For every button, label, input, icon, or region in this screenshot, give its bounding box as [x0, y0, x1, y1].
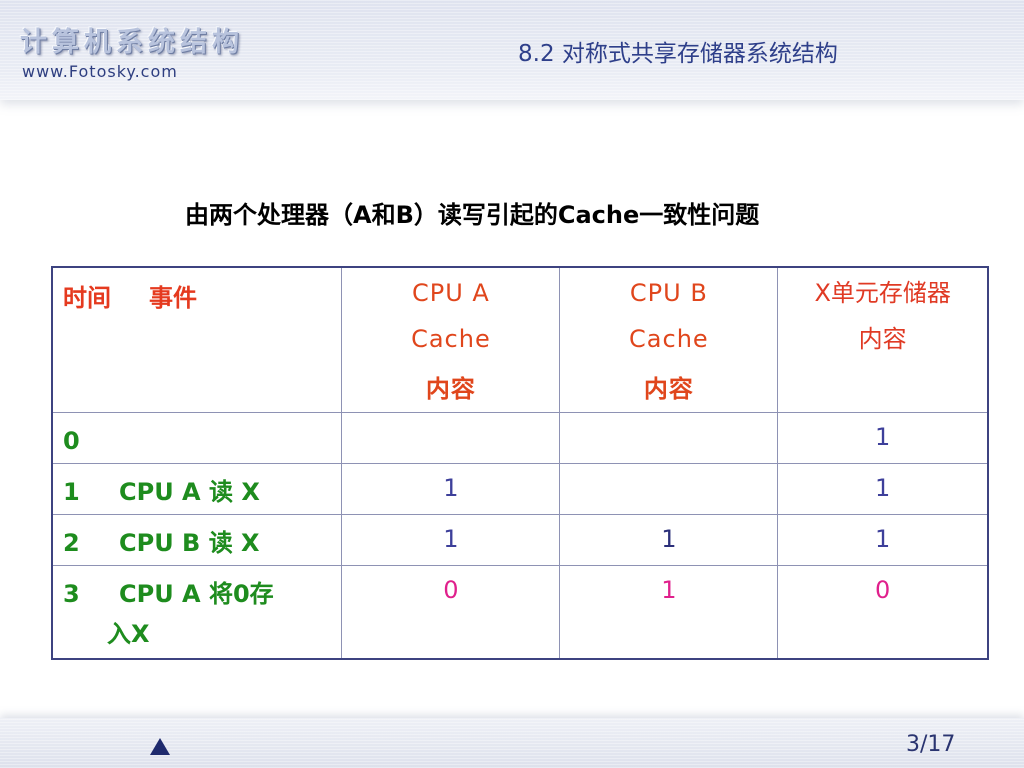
section-title: 8.2 对称式共享存储器系统结构	[518, 41, 838, 67]
slide-caption: 由两个处理器（A和B）读写引起的Cache一致性问题	[185, 201, 760, 229]
row-time: 0	[63, 427, 80, 455]
header-cpu-b-line1: CPU B	[629, 279, 708, 307]
row-cpu-b-cell: 1	[559, 514, 779, 566]
header-time-event: 时间 事件	[51, 266, 343, 413]
row-memory-cell: 1	[777, 412, 989, 464]
row-time: 2	[63, 529, 80, 557]
table-row: 3 CPU A 将0存入X 0 1 0	[51, 565, 989, 660]
row-event: CPU A 将0存	[119, 580, 274, 608]
header-cpu-a: CPU A Cache 内容	[341, 266, 561, 413]
triangle-up-icon[interactable]	[150, 738, 170, 755]
row-event-cell: 0	[51, 412, 343, 464]
row-memory-value: 1	[875, 525, 891, 553]
row-cpu-a-value: 1	[443, 474, 459, 502]
header-bar: 计算机系统结构 www.Fotosky.com 8.2 对称式共享存储器系统结构	[0, 0, 1024, 100]
row-cpu-a-value	[342, 413, 559, 423]
row-memory-value: 1	[875, 474, 891, 502]
brand-url: www.Fotosky.com	[22, 62, 178, 81]
header-event: 事件	[149, 284, 197, 312]
table-header-row: 时间 事件 CPU A Cache 内容 CPU B Cache 内容 X单元存储…	[51, 266, 989, 413]
header-time: 时间	[63, 284, 111, 312]
row-event-cell: 2 CPU B 读 X	[51, 514, 343, 566]
brand-title: 计算机系统结构	[20, 27, 244, 58]
row-memory-cell: 1	[777, 514, 989, 566]
page-number: 3/17	[906, 732, 956, 757]
row-cpu-a-cell: 1	[341, 514, 561, 566]
row-cpu-b-cell	[559, 412, 779, 464]
row-cpu-a-cell: 0	[341, 565, 561, 660]
header-memory-line1: X单元存储器	[814, 279, 951, 307]
row-cpu-b-cell	[559, 463, 779, 515]
row-time: 1	[63, 478, 80, 506]
table-row: 0 1	[51, 412, 989, 464]
row-memory-value: 0	[875, 576, 891, 604]
row-event-continued: 入X	[107, 620, 150, 648]
row-cpu-b-cell: 1	[559, 565, 779, 660]
row-event-cell: 3 CPU A 将0存入X	[51, 565, 343, 660]
header-cpu-b-line2: Cache	[629, 325, 709, 353]
header-cpu-b: CPU B Cache 内容	[559, 266, 779, 413]
header-cpu-a-line3: 内容	[425, 375, 476, 403]
header-cpu-a-line1: CPU A	[411, 279, 490, 307]
header-memory: X单元存储器 内容	[777, 266, 989, 413]
row-cpu-b-value	[560, 464, 777, 474]
footer-bar: 3/17	[0, 718, 1024, 768]
row-cpu-a-cell	[341, 412, 561, 464]
row-cpu-b-value: 1	[661, 576, 677, 604]
header-cpu-a-line2: Cache	[411, 325, 491, 353]
header-cpu-b-line3: 内容	[643, 375, 694, 403]
table-row: 1 CPU A 读 X 1 1	[51, 463, 989, 515]
row-cpu-a-value: 1	[443, 525, 459, 553]
row-cpu-b-value: 1	[661, 525, 677, 553]
row-cpu-b-value	[560, 413, 777, 423]
coherence-table: 时间 事件 CPU A Cache 内容 CPU B Cache 内容 X单元存储…	[51, 266, 989, 660]
row-memory-cell: 0	[777, 565, 989, 660]
table-row: 2 CPU B 读 X 1 1 1	[51, 514, 989, 566]
row-event-cell: 1 CPU A 读 X	[51, 463, 343, 515]
row-memory-cell: 1	[777, 463, 989, 515]
header-memory-line2: 内容	[858, 325, 907, 353]
row-cpu-a-cell: 1	[341, 463, 561, 515]
row-cpu-a-value: 0	[443, 576, 459, 604]
row-time: 3	[63, 580, 80, 608]
row-memory-value: 1	[875, 423, 891, 451]
row-event: CPU A 读 X	[119, 478, 260, 506]
row-event: CPU B 读 X	[119, 529, 260, 557]
